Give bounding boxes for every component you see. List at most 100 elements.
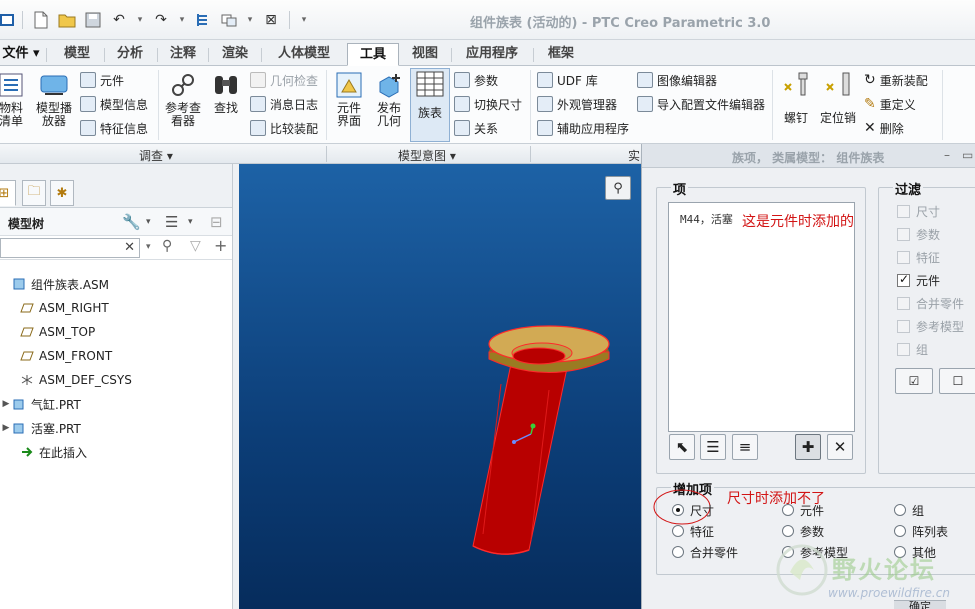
model-tree-tab-icon[interactable]: ⊞ [0,180,16,206]
ok-button[interactable]: 确定 [894,600,946,609]
select-all-button[interactable]: ☰ [700,434,726,460]
tab-applications[interactable]: 应用程序 [454,43,530,66]
tab-manikin[interactable]: 人体模型 [265,43,343,66]
tab-model[interactable]: 模型 [52,43,102,66]
filter-component-checkbox[interactable]: 元件 [897,270,940,290]
clear-search-icon[interactable]: ✕ [124,240,135,255]
filter-dimension-checkbox[interactable]: 尺寸 [897,201,940,221]
group-utilities[interactable]: 实 [628,147,640,164]
save-icon[interactable] [83,10,103,30]
remove-item-button[interactable]: ✕ [827,434,853,460]
show-dropdown-icon[interactable]: ▾ [188,217,193,227]
parameters-button[interactable]: 参数 [454,70,498,90]
add-component-radio[interactable]: 元件 [782,501,824,519]
tree-item-asm-front[interactable]: ASM_FRONT [0,344,238,368]
feature-info-button[interactable]: 特征信息 [80,118,148,138]
family-table-button[interactable]: 族表 [410,68,450,142]
filter-group-checkbox[interactable]: 组 [897,339,928,359]
binoculars-icon[interactable]: ⚲ [162,238,172,254]
filter-parameter-checkbox[interactable]: 参数 [897,224,940,244]
component-interface-button[interactable]: 元件 界面 [330,70,368,128]
add-icon[interactable]: + [214,236,227,255]
find-button[interactable]: 查找 [208,70,244,115]
tab-tools[interactable]: 工具 [347,43,399,66]
appearance-manager-button[interactable]: 外观管理器 [537,94,617,114]
tab-analysis[interactable]: 分析 [106,43,154,66]
minimize-icon[interactable]: – [944,148,950,162]
undo-dropdown-icon[interactable]: ▾ [135,10,145,30]
filter-feature-checkbox[interactable]: 特征 [897,247,940,267]
import-config-editor-button[interactable]: 导入配置文件编辑器 [637,94,765,114]
model-player-button[interactable]: 模型播 放器 [32,70,76,128]
tab-annotate[interactable]: 注释 [160,43,206,66]
filter-merge-part-checkbox[interactable]: 合并零件 [897,293,964,313]
group-investigate[interactable]: 调查 ▾ [139,147,173,164]
redefine-button[interactable]: ✎ 重定义 [864,94,916,114]
reference-viewer-button[interactable]: 参考查 看器 [163,70,203,128]
delete-button[interactable]: ✕ 删除 [864,118,904,138]
geometry-check-button[interactable]: 几何检查 [250,70,318,90]
graphics-viewport[interactable]: ⚲ [239,164,641,609]
select-pointer-button[interactable]: ⬉ [669,434,695,460]
aux-application-button[interactable]: 辅助应用程序 [537,118,629,138]
tab-framework[interactable]: 框架 [536,43,586,66]
tree-item-piston-part[interactable]: ▶ 活塞.PRT [0,416,238,440]
app-icon[interactable] [0,10,14,30]
undo-icon[interactable]: ↶ [109,10,129,30]
piston-model[interactable] [239,164,641,609]
items-list[interactable]: M44，活塞 [668,202,855,432]
message-log-button[interactable]: 消息日志 [250,94,318,114]
group-model-intent[interactable]: 模型意图 ▾ [398,147,456,164]
redo-icon[interactable]: ↷ [151,10,171,30]
add-other-radio[interactable]: 其他 [894,543,936,561]
windows-dropdown-icon[interactable]: ▾ [245,10,255,30]
new-file-icon[interactable] [31,10,51,30]
bom-button[interactable]: 物料 清单 [0,70,28,128]
add-feature-radio[interactable]: 特征 [672,522,714,540]
tab-view[interactable]: 视图 [402,43,448,66]
tree-item-asm-def-csys[interactable]: ASM_DEF_CSYS [0,368,238,392]
favorites-tab-icon[interactable]: ✱ [50,180,74,206]
udf-library-button[interactable]: UDF 库 [537,70,598,90]
filter-reference-model-checkbox[interactable]: 参考模型 [897,316,964,336]
bolt-button[interactable]: 螺钉 [778,70,814,125]
tools-dropdown-icon[interactable]: ▾ [146,217,151,227]
folder-browser-tab-icon[interactable]: 🗀 [22,180,46,206]
tree-item-asm-right[interactable]: ASM_RIGHT [0,296,238,320]
tab-file[interactable]: 文件 ▾ [0,43,42,66]
add-merge-part-radio[interactable]: 合并零件 [672,543,738,561]
add-dimension-radio[interactable]: 尺寸 [672,501,714,519]
relations-button[interactable]: 关系 [454,118,498,138]
image-editor-button[interactable]: 图像编辑器 [637,70,717,90]
publish-geometry-button[interactable]: 发布 几何 [370,70,408,128]
tree-filter-icon[interactable]: ⊟ [210,213,223,231]
windows-icon[interactable] [219,10,239,30]
close-window-icon[interactable]: ⊠ [261,10,281,30]
tools-icon[interactable]: 🔧 [122,213,141,231]
compare-assembly-button[interactable]: 比较装配 [250,118,318,138]
add-group-radio[interactable]: 组 [894,501,924,519]
tab-render[interactable]: 渲染 [212,43,258,66]
model-info-button[interactable]: 模型信息 [80,94,148,114]
tree-item-asm-top[interactable]: ASM_TOP [0,320,238,344]
maximize-icon[interactable]: ▭ [962,148,973,162]
redo-dropdown-icon[interactable]: ▾ [177,10,187,30]
list-item[interactable]: M44，活塞 [680,211,733,227]
tree-item-assembly[interactable]: 组件族表.ASM [0,272,238,296]
tree-search-input[interactable]: ✕ [0,238,140,258]
tree-item-insert-here[interactable]: 在此插入 [0,440,238,464]
switch-dimensions-button[interactable]: 切换尺寸 [454,94,522,114]
customize-qat-icon[interactable]: ▾ [298,10,310,30]
panel-splitter[interactable] [232,164,239,609]
filter-icon[interactable]: ▽ [190,238,201,254]
add-item-button[interactable]: ✚ [795,434,821,460]
check-all-button[interactable]: ☑ [895,368,933,394]
show-settings-icon[interactable]: ☰ [165,213,178,231]
deselect-all-button[interactable]: ≡ [732,434,758,460]
locating-pin-button[interactable]: 定位销 [816,70,860,125]
open-folder-icon[interactable] [57,10,77,30]
add-pattern-table-radio[interactable]: 阵列表 [894,522,948,540]
reassemble-button[interactable]: ↻ 重新装配 [864,70,928,90]
tree-item-cylinder-part[interactable]: ▶ 气缸.PRT [0,392,238,416]
search-dropdown-icon[interactable]: ▾ [146,242,151,252]
